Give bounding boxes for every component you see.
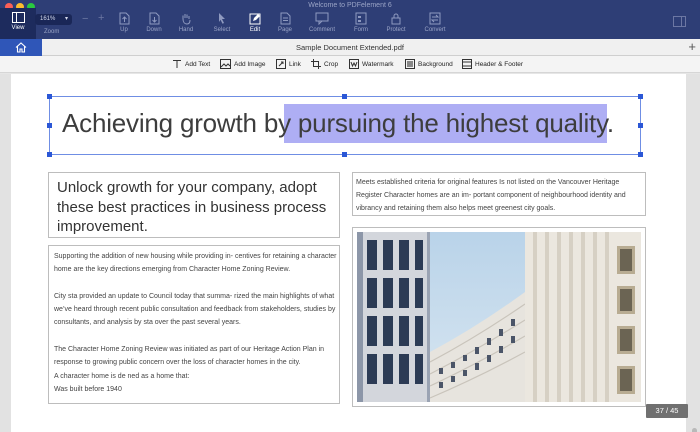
header-footer-icon bbox=[462, 59, 472, 70]
edit-tool-button[interactable]: Edit bbox=[238, 12, 272, 33]
edit-pencil-icon bbox=[249, 13, 261, 25]
up-label: Up bbox=[120, 27, 128, 33]
add-text-button[interactable]: Add Text bbox=[172, 59, 210, 70]
resize-handle-bottom-right[interactable] bbox=[638, 152, 643, 157]
zoom-in-button[interactable]: + bbox=[98, 12, 104, 24]
convert-label: Convert bbox=[424, 27, 446, 33]
zoom-out-button[interactable]: − bbox=[82, 13, 88, 25]
hand-label: Hand bbox=[178, 27, 194, 33]
hand-tool-button[interactable]: Hand bbox=[169, 12, 203, 33]
criteria-text-box[interactable]: Meets established criteria for original … bbox=[352, 172, 646, 216]
page-up-icon bbox=[119, 12, 130, 25]
convert-tool-button[interactable]: Convert bbox=[418, 12, 452, 33]
page-icon bbox=[280, 12, 291, 25]
right-panel-icon bbox=[673, 16, 686, 27]
hand-icon bbox=[182, 14, 191, 25]
crop-label: Crop bbox=[324, 61, 339, 68]
zoom-select[interactable]: 161% ▾ bbox=[35, 14, 72, 25]
new-tab-button[interactable]: + bbox=[688, 39, 696, 55]
tab-bar: Sample Document Extended.pdf + bbox=[0, 39, 700, 56]
add-text-label: Add Text bbox=[185, 61, 211, 68]
edit-label: Edit bbox=[249, 27, 261, 33]
lock-icon bbox=[391, 13, 401, 25]
body-paragraph-2: City sta provided an update to Council t… bbox=[54, 292, 336, 327]
image-frame[interactable] bbox=[352, 227, 646, 407]
image-icon bbox=[220, 59, 231, 70]
background-icon bbox=[405, 59, 415, 70]
view-button[interactable]: View bbox=[0, 8, 36, 39]
body-paragraph-1: Supporting the addition of new housing w… bbox=[54, 253, 337, 274]
main-toolbar: Welcome to PDFelement 6 View 161% ▾ Zoom… bbox=[0, 0, 700, 39]
protect-label: Protect bbox=[386, 27, 406, 33]
comment-bubble-icon bbox=[315, 12, 329, 25]
form-tool-button[interactable]: Form bbox=[344, 12, 378, 33]
form-icon bbox=[355, 12, 367, 25]
resize-handle-left[interactable] bbox=[47, 123, 52, 128]
text-icon bbox=[173, 60, 181, 69]
page-tool-button[interactable]: Page bbox=[268, 12, 302, 33]
edit-toolbar: Add Text Add Image Link Crop Watermark B… bbox=[0, 56, 700, 73]
add-image-button[interactable]: Add Image bbox=[220, 59, 265, 70]
callout-text-box[interactable]: Unlock growth for your company, adopt th… bbox=[48, 172, 340, 238]
add-image-label: Add Image bbox=[234, 61, 266, 68]
headline-selected: pursuing the highest quality. bbox=[297, 108, 614, 138]
watermark-button[interactable]: Watermark bbox=[349, 59, 394, 70]
building-photo bbox=[357, 232, 641, 402]
page-down-button[interactable]: Down bbox=[137, 12, 171, 33]
headline-plain: Achieving growth by bbox=[62, 108, 291, 138]
background-label: Background bbox=[418, 61, 453, 68]
building-image bbox=[357, 232, 641, 402]
resize-handle-top-right[interactable] bbox=[638, 94, 643, 99]
page-label: Page bbox=[277, 27, 292, 33]
body-paragraph-5: Was built before 1940 bbox=[54, 385, 122, 393]
zoom-label: Zoom bbox=[44, 29, 60, 35]
watermark-icon bbox=[349, 59, 359, 70]
crop-icon bbox=[311, 59, 321, 70]
right-panel-button[interactable] bbox=[673, 14, 686, 32]
criteria-text: Meets established criteria for original … bbox=[356, 179, 626, 212]
body-text-box[interactable]: Supporting the addition of new housing w… bbox=[48, 245, 340, 404]
resize-handle-bottom[interactable] bbox=[342, 152, 347, 157]
page-indicator: 37 / 45 bbox=[646, 404, 688, 418]
resize-handle-top-left[interactable] bbox=[47, 94, 52, 99]
watermark-label: Watermark bbox=[362, 61, 394, 68]
form-label: Form bbox=[354, 27, 368, 33]
resize-handle-bottom-left[interactable] bbox=[47, 152, 52, 157]
sidebar-view-icon bbox=[11, 12, 25, 23]
convert-icon bbox=[429, 12, 441, 25]
chevron-down-icon: ▾ bbox=[64, 16, 68, 22]
view-label: View bbox=[11, 25, 25, 31]
down-label: Down bbox=[146, 27, 162, 33]
comment-label: Comment bbox=[308, 27, 335, 33]
vertical-scrollbar-thumb[interactable] bbox=[692, 428, 697, 432]
tab-document[interactable]: Sample Document Extended.pdf bbox=[0, 43, 700, 52]
header-footer-button[interactable]: Header & Footer bbox=[462, 59, 523, 70]
select-tool-button[interactable]: Select bbox=[205, 12, 239, 33]
background-button[interactable]: Background bbox=[405, 59, 453, 70]
page-down-icon bbox=[149, 12, 160, 25]
header-footer-label: Header & Footer bbox=[475, 61, 524, 68]
cursor-arrow-icon bbox=[219, 13, 225, 24]
comment-tool-button[interactable]: Comment bbox=[305, 12, 339, 33]
link-label: Link bbox=[289, 61, 301, 68]
body-paragraph-3: The Character Home Zoning Review was ini… bbox=[54, 346, 325, 367]
callout-text: Unlock growth for your company, adopt th… bbox=[57, 179, 327, 235]
resize-handle-top[interactable] bbox=[342, 94, 347, 99]
resize-handle-right[interactable] bbox=[638, 123, 643, 128]
link-icon bbox=[276, 59, 286, 70]
body-paragraph-4: A character home is de ned as a home tha… bbox=[54, 372, 190, 380]
select-label: Select bbox=[213, 27, 231, 33]
crop-button[interactable]: Crop bbox=[311, 59, 338, 70]
window-title: Welcome to PDFelement 6 bbox=[308, 2, 392, 9]
headline[interactable]: Achieving growth by pursuing the highest… bbox=[62, 108, 614, 139]
page-up-button[interactable]: Up bbox=[107, 12, 141, 33]
zoom-value: 161% bbox=[40, 16, 56, 22]
link-button[interactable]: Link bbox=[276, 59, 301, 70]
protect-tool-button[interactable]: Protect bbox=[379, 12, 413, 33]
